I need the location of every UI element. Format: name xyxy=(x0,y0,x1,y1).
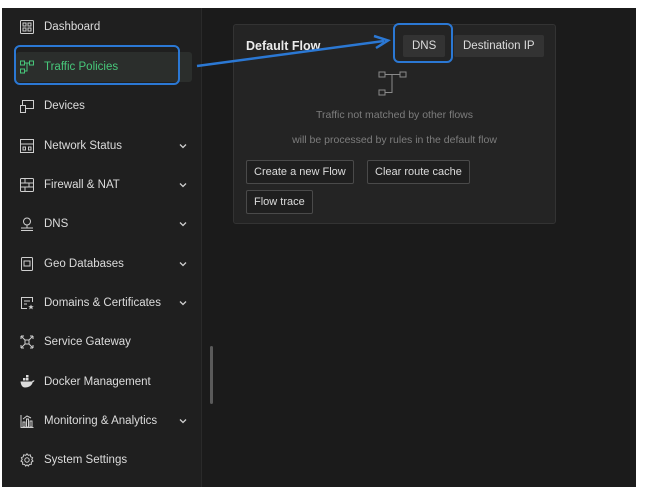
annotation-arrow-icon xyxy=(196,34,391,68)
